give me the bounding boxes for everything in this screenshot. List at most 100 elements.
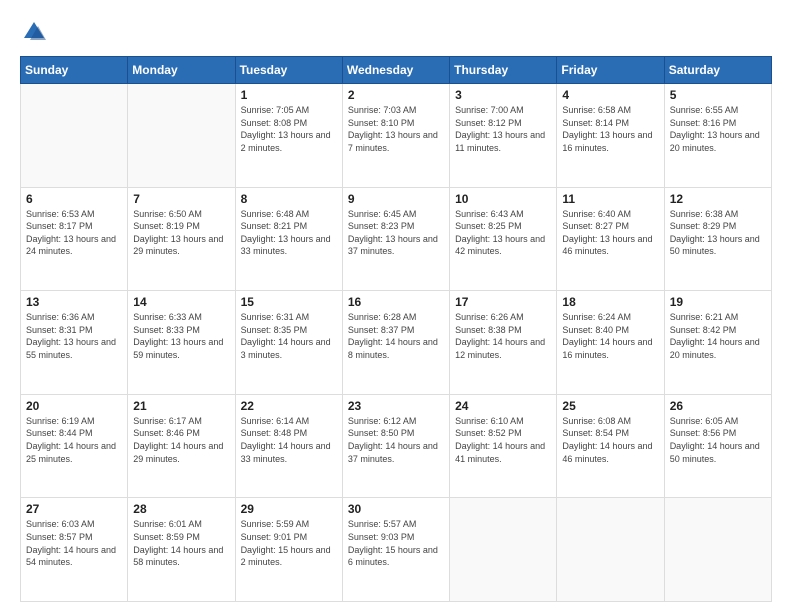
day-info: Sunrise: 5:59 AM Sunset: 9:01 PM Dayligh…: [241, 518, 337, 568]
calendar-cell: [21, 84, 128, 188]
calendar-week-1: 1 Sunrise: 7:05 AM Sunset: 8:08 PM Daylig…: [21, 84, 772, 188]
calendar-cell: 3 Sunrise: 7:00 AM Sunset: 8:12 PM Daylig…: [450, 84, 557, 188]
day-number: 16: [348, 295, 444, 309]
calendar-cell: [664, 498, 771, 602]
day-number: 15: [241, 295, 337, 309]
calendar-cell: 17Sunrise: 6:26 AM Sunset: 8:38 PM Dayli…: [450, 291, 557, 395]
day-number: 27: [26, 502, 122, 516]
calendar-cell: 22 Sunrise: 6:14 AM Sunset: 8:48 PM Dayli…: [235, 394, 342, 498]
calendar-cell: 1 Sunrise: 7:05 AM Sunset: 8:08 PM Daylig…: [235, 84, 342, 188]
day-number: 2: [348, 88, 444, 102]
day-info: Sunrise: 6:48 AM Sunset: 8:21 PM Dayligh…: [241, 208, 337, 258]
day-number: 13: [26, 295, 122, 309]
calendar-cell: 19 Sunrise: 6:21 AM Sunset: 8:42 PM Dayli…: [664, 291, 771, 395]
day-number: 23: [348, 399, 444, 413]
calendar-cell: 30Sunrise: 5:57 AM Sunset: 9:03 PM Dayli…: [342, 498, 449, 602]
calendar-cell: 13 Sunrise: 6:36 AM Sunset: 8:31 PM Dayli…: [21, 291, 128, 395]
calendar-cell: 26 Sunrise: 6:05 AM Sunset: 8:56 PM Dayli…: [664, 394, 771, 498]
day-info: Sunrise: 6:03 AM Sunset: 8:57 PM Dayligh…: [26, 518, 122, 568]
calendar-cell: 14 Sunrise: 6:33 AM Sunset: 8:33 PM Dayli…: [128, 291, 235, 395]
calendar-cell: 23 Sunrise: 6:12 AM Sunset: 8:50 PM Dayli…: [342, 394, 449, 498]
day-info: Sunrise: 6:45 AM Sunset: 8:23 PM Dayligh…: [348, 208, 444, 258]
calendar-cell: 15 Sunrise: 6:31 AM Sunset: 8:35 PM Dayli…: [235, 291, 342, 395]
day-info: Sunrise: 6:12 AM Sunset: 8:50 PM Dayligh…: [348, 415, 444, 465]
calendar-week-3: 13 Sunrise: 6:36 AM Sunset: 8:31 PM Dayli…: [21, 291, 772, 395]
calendar-header-friday: Friday: [557, 57, 664, 84]
day-info: Sunrise: 6:31 AM Sunset: 8:35 PM Dayligh…: [241, 311, 337, 361]
day-number: 20: [26, 399, 122, 413]
calendar-cell: 27 Sunrise: 6:03 AM Sunset: 8:57 PM Dayli…: [21, 498, 128, 602]
day-info: Sunrise: 6:50 AM Sunset: 8:19 PM Dayligh…: [133, 208, 229, 258]
day-info: Sunrise: 6:36 AM Sunset: 8:31 PM Dayligh…: [26, 311, 122, 361]
day-number: 19: [670, 295, 766, 309]
day-info: Sunrise: 7:05 AM Sunset: 8:08 PM Dayligh…: [241, 104, 337, 154]
calendar-header-sunday: Sunday: [21, 57, 128, 84]
day-number: 10: [455, 192, 551, 206]
calendar-cell: 16Sunrise: 6:28 AM Sunset: 8:37 PM Dayli…: [342, 291, 449, 395]
day-number: 22: [241, 399, 337, 413]
day-info: Sunrise: 6:17 AM Sunset: 8:46 PM Dayligh…: [133, 415, 229, 465]
day-number: 14: [133, 295, 229, 309]
day-number: 9: [348, 192, 444, 206]
calendar-cell: 24 Sunrise: 6:10 AM Sunset: 8:52 PM Dayli…: [450, 394, 557, 498]
day-info: Sunrise: 6:26 AM Sunset: 8:38 PM Dayligh…: [455, 311, 551, 361]
day-number: 29: [241, 502, 337, 516]
calendar-cell: 12 Sunrise: 6:38 AM Sunset: 8:29 PM Dayli…: [664, 187, 771, 291]
day-number: 12: [670, 192, 766, 206]
day-info: Sunrise: 6:58 AM Sunset: 8:14 PM Dayligh…: [562, 104, 658, 154]
day-info: Sunrise: 7:00 AM Sunset: 8:12 PM Dayligh…: [455, 104, 551, 154]
day-number: 6: [26, 192, 122, 206]
calendar-cell: 9 Sunrise: 6:45 AM Sunset: 8:23 PM Daylig…: [342, 187, 449, 291]
page: SundayMondayTuesdayWednesdayThursdayFrid…: [0, 0, 792, 612]
day-info: Sunrise: 6:33 AM Sunset: 8:33 PM Dayligh…: [133, 311, 229, 361]
calendar-table: SundayMondayTuesdayWednesdayThursdayFrid…: [20, 56, 772, 602]
day-info: Sunrise: 6:24 AM Sunset: 8:40 PM Dayligh…: [562, 311, 658, 361]
day-number: 18: [562, 295, 658, 309]
day-info: Sunrise: 6:14 AM Sunset: 8:48 PM Dayligh…: [241, 415, 337, 465]
calendar-cell: 4 Sunrise: 6:58 AM Sunset: 8:14 PM Daylig…: [557, 84, 664, 188]
day-info: Sunrise: 6:19 AM Sunset: 8:44 PM Dayligh…: [26, 415, 122, 465]
calendar-header-tuesday: Tuesday: [235, 57, 342, 84]
day-info: Sunrise: 6:38 AM Sunset: 8:29 PM Dayligh…: [670, 208, 766, 258]
day-info: Sunrise: 6:08 AM Sunset: 8:54 PM Dayligh…: [562, 415, 658, 465]
day-info: Sunrise: 6:05 AM Sunset: 8:56 PM Dayligh…: [670, 415, 766, 465]
day-number: 11: [562, 192, 658, 206]
day-info: Sunrise: 6:21 AM Sunset: 8:42 PM Dayligh…: [670, 311, 766, 361]
day-number: 3: [455, 88, 551, 102]
calendar-header-wednesday: Wednesday: [342, 57, 449, 84]
calendar-header-monday: Monday: [128, 57, 235, 84]
calendar-cell: [450, 498, 557, 602]
day-number: 4: [562, 88, 658, 102]
logo: [20, 18, 52, 46]
day-number: 24: [455, 399, 551, 413]
calendar-cell: [128, 84, 235, 188]
calendar-cell: 10 Sunrise: 6:43 AM Sunset: 8:25 PM Dayli…: [450, 187, 557, 291]
day-info: Sunrise: 6:01 AM Sunset: 8:59 PM Dayligh…: [133, 518, 229, 568]
day-info: Sunrise: 6:10 AM Sunset: 8:52 PM Dayligh…: [455, 415, 551, 465]
day-number: 1: [241, 88, 337, 102]
logo-icon: [20, 18, 48, 46]
calendar-header-saturday: Saturday: [664, 57, 771, 84]
day-number: 25: [562, 399, 658, 413]
day-number: 28: [133, 502, 229, 516]
calendar-cell: 29 Sunrise: 5:59 AM Sunset: 9:01 PM Dayli…: [235, 498, 342, 602]
calendar-header-thursday: Thursday: [450, 57, 557, 84]
day-info: Sunrise: 6:55 AM Sunset: 8:16 PM Dayligh…: [670, 104, 766, 154]
calendar-cell: 21 Sunrise: 6:17 AM Sunset: 8:46 PM Dayli…: [128, 394, 235, 498]
day-info: Sunrise: 6:53 AM Sunset: 8:17 PM Dayligh…: [26, 208, 122, 258]
calendar-week-5: 27 Sunrise: 6:03 AM Sunset: 8:57 PM Dayli…: [21, 498, 772, 602]
calendar-cell: [557, 498, 664, 602]
calendar-cell: 7 Sunrise: 6:50 AM Sunset: 8:19 PM Daylig…: [128, 187, 235, 291]
calendar-cell: 28 Sunrise: 6:01 AM Sunset: 8:59 PM Dayli…: [128, 498, 235, 602]
calendar-cell: 5 Sunrise: 6:55 AM Sunset: 8:16 PM Daylig…: [664, 84, 771, 188]
day-number: 30: [348, 502, 444, 516]
calendar-cell: 20 Sunrise: 6:19 AM Sunset: 8:44 PM Dayli…: [21, 394, 128, 498]
day-number: 21: [133, 399, 229, 413]
day-number: 26: [670, 399, 766, 413]
calendar-cell: 25 Sunrise: 6:08 AM Sunset: 8:54 PM Dayli…: [557, 394, 664, 498]
day-number: 7: [133, 192, 229, 206]
calendar-cell: 11Sunrise: 6:40 AM Sunset: 8:27 PM Dayli…: [557, 187, 664, 291]
calendar-cell: 18 Sunrise: 6:24 AM Sunset: 8:40 PM Dayli…: [557, 291, 664, 395]
day-info: Sunrise: 6:43 AM Sunset: 8:25 PM Dayligh…: [455, 208, 551, 258]
day-number: 5: [670, 88, 766, 102]
